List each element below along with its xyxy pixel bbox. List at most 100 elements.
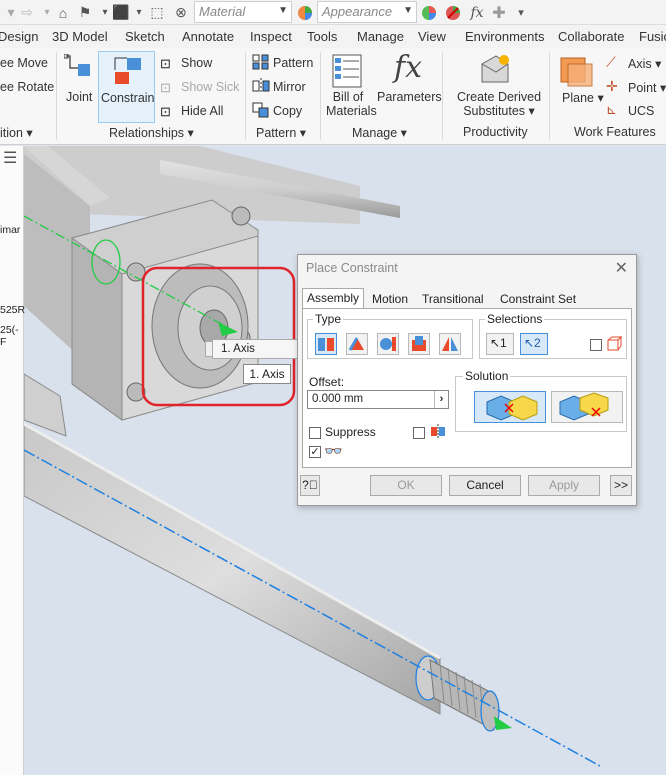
material-sphere-icon[interactable]: ⊗: [172, 4, 190, 21]
mate-solution-icon: [486, 395, 538, 421]
symmetry-constraint-button[interactable]: [439, 333, 461, 355]
close-icon[interactable]: ✕: [615, 258, 628, 278]
point-icon: ✛: [606, 78, 618, 94]
tab-annotate[interactable]: Annotate: [182, 29, 234, 44]
material-placeholder: Material: [199, 4, 246, 19]
mate-solution-button[interactable]: [474, 391, 546, 423]
customize-dropdown-icon[interactable]: ▾: [512, 4, 530, 21]
panel-separator: [442, 52, 443, 140]
tab-3d-model[interactable]: 3D Model: [52, 29, 108, 44]
limits-icon: [430, 424, 446, 441]
tab-inspect[interactable]: Inspect: [250, 29, 292, 44]
tab-transitional[interactable]: Transitional: [418, 290, 488, 308]
appearance-color-icon[interactable]: [296, 4, 314, 21]
first-occurrence-checkbox[interactable]: [590, 339, 602, 351]
limits-checkbox[interactable]: [413, 427, 425, 439]
hide-all-button[interactable]: Hide All: [181, 104, 223, 118]
pattern-icon: [252, 54, 270, 73]
selection-2-button[interactable]: ↖2: [520, 333, 548, 355]
flush-solution-button[interactable]: [551, 391, 623, 423]
add-icon[interactable]: ✚: [490, 4, 508, 22]
selection-1-button[interactable]: ↖1: [486, 333, 514, 355]
free-move-button[interactable]: ee Move: [0, 56, 48, 70]
mate-constraint-button[interactable]: [315, 333, 337, 355]
tab-fusion[interactable]: Fusio: [639, 29, 666, 44]
browser-node-text[interactable]: 25(-F: [0, 324, 23, 348]
tab-tools[interactable]: Tools: [307, 29, 337, 44]
free-rotate-button[interactable]: ee Rotate: [0, 80, 54, 94]
show-sick-button[interactable]: Show Sick: [181, 80, 239, 94]
mate-icon: [318, 338, 334, 351]
insert-constraint-button[interactable]: [408, 333, 430, 355]
tab-assembly[interactable]: Assembly: [302, 288, 365, 309]
axis-button[interactable]: Axis ▾: [628, 56, 661, 71]
help-button[interactable]: ?⃞: [300, 475, 320, 496]
hide-all-icon: ⊡: [160, 104, 171, 119]
plane-button[interactable]: Plane ▾: [562, 90, 604, 105]
tab-collaborate[interactable]: Collaborate: [558, 29, 625, 44]
joint-button[interactable]: Joint: [66, 90, 92, 104]
offset-flyout-icon[interactable]: ›: [434, 391, 448, 408]
pattern-panel-label[interactable]: Pattern ▾: [256, 125, 306, 140]
tab-environments[interactable]: Environments: [465, 29, 544, 44]
apply-button[interactable]: Apply: [528, 475, 600, 496]
copy-button[interactable]: Copy: [273, 104, 302, 118]
tab-sketch[interactable]: Sketch: [125, 29, 165, 44]
show-icon: ⊡: [160, 56, 171, 71]
tab-manage[interactable]: Manage: [357, 29, 404, 44]
tangent-constraint-button[interactable]: [377, 333, 399, 355]
cursor-arrow-icon: ↖2: [524, 336, 541, 350]
browser-node-text[interactable]: 525R: [0, 304, 25, 316]
relationships-panel-label[interactable]: Relationships ▾: [109, 125, 194, 140]
position-panel-label[interactable]: ition ▾: [0, 125, 33, 140]
tab-constraint-set[interactable]: Constraint Set: [496, 290, 580, 308]
panel-separator: [245, 52, 246, 140]
productivity-panel-label: Productivity: [463, 125, 528, 139]
preview-checkbox[interactable]: ✓: [309, 446, 321, 458]
ok-button[interactable]: OK: [370, 475, 442, 496]
appearance-combo[interactable]: Appearance ▼: [317, 1, 417, 23]
redo-icon[interactable]: ⇨: [18, 4, 36, 21]
home-icon[interactable]: ⌂: [54, 4, 72, 21]
offset-input[interactable]: 0.000 mm ›: [307, 390, 449, 409]
suppress-checkbox[interactable]: [309, 427, 321, 439]
axis-tooltip: 1. Axis: [243, 364, 291, 384]
menu-icon[interactable]: ☰: [3, 148, 17, 168]
adjust-appearance-icon[interactable]: [420, 4, 438, 21]
mirror-button[interactable]: Mirror: [273, 80, 306, 94]
dialog-title: Place Constraint: [306, 261, 398, 275]
panel-separator: [56, 52, 57, 140]
update-dropdown-icon[interactable]: ▾: [130, 4, 148, 21]
clear-appearance-icon[interactable]: [444, 4, 462, 21]
show-button[interactable]: Show: [181, 56, 212, 70]
selections-label: Selections: [485, 312, 545, 326]
cancel-button[interactable]: Cancel: [449, 475, 521, 496]
manage-panel-label[interactable]: Manage ▾: [352, 125, 407, 140]
parameters-button[interactable]: Parameters: [377, 90, 442, 104]
angle-constraint-button[interactable]: [346, 333, 368, 355]
joint-icon[interactable]: [63, 53, 92, 86]
local-update-icon[interactable]: ⬚: [148, 4, 166, 21]
appearance-placeholder: Appearance: [322, 4, 393, 19]
tab-view[interactable]: View: [418, 29, 446, 44]
offset-label: Offset:: [309, 375, 345, 389]
more-options-button[interactable]: >>: [610, 475, 632, 496]
tab-motion[interactable]: Motion: [368, 290, 412, 308]
fx-icon[interactable]: fx: [468, 4, 486, 21]
point-button[interactable]: Point ▾: [628, 80, 666, 95]
constrain-button[interactable]: Constrain: [98, 51, 155, 123]
grip-handle[interactable]: [205, 341, 213, 357]
pattern-button[interactable]: Pattern: [273, 56, 313, 70]
ucs-button[interactable]: UCS: [628, 104, 654, 118]
update-icon[interactable]: ⬛: [112, 4, 130, 21]
bill-of-materials-button[interactable]: Bill of Materials: [326, 90, 377, 118]
tab-design[interactable]: Design: [0, 29, 38, 44]
create-derived-substitutes-button[interactable]: Create Derived Substitutes ▾: [455, 90, 543, 118]
material-combo[interactable]: Material ▼: [194, 1, 292, 23]
axis-icon: ⟋: [606, 54, 616, 70]
select-filter-icon[interactable]: ⚑: [76, 4, 94, 21]
browser-node-text[interactable]: imar: [0, 224, 20, 236]
show-sick-icon: ⊡: [160, 80, 171, 95]
place-constraint-dialog: Place Constraint ✕ Assembly Motion Trans…: [297, 254, 637, 506]
work-features-panel-label: Work Features: [574, 125, 656, 139]
